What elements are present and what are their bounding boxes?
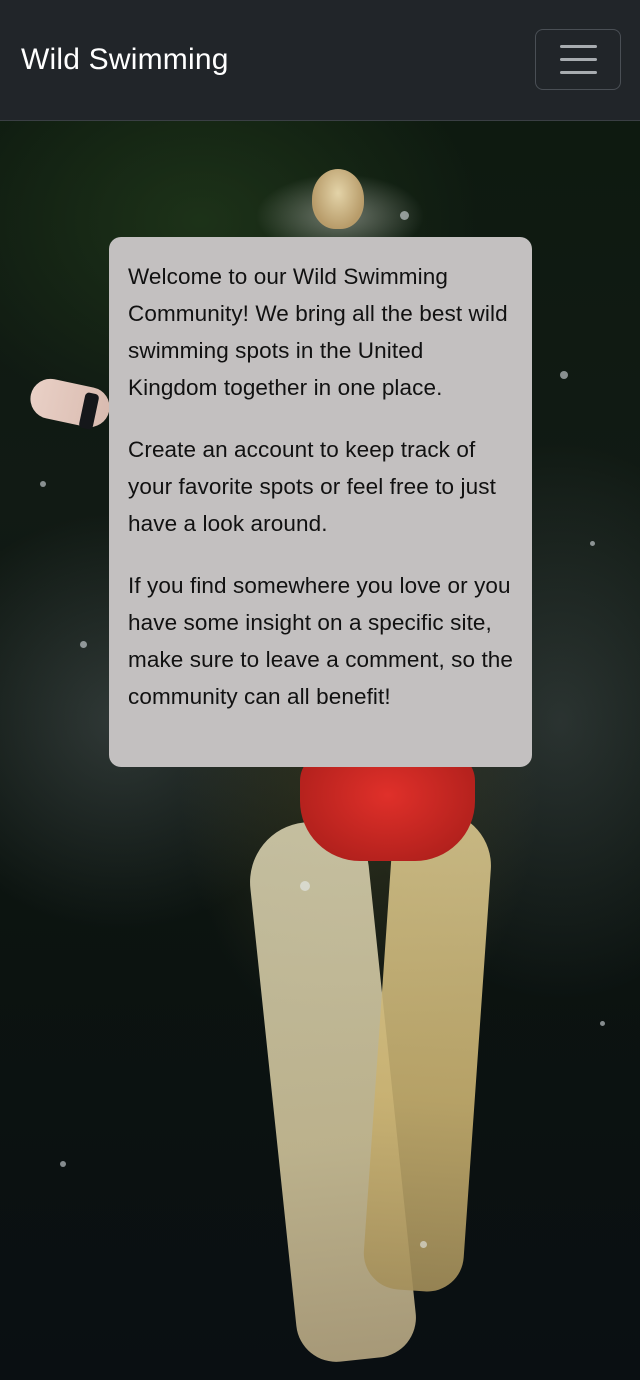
account-paragraph: Create an account to keep track of your … — [128, 437, 496, 536]
comment-paragraph: If you find somewhere you love or you ha… — [128, 573, 514, 709]
navbar: Wild Swimming — [0, 0, 640, 121]
welcome-paragraph: Welcome to our Wild Swimming Community! … — [128, 264, 508, 400]
welcome-card: Welcome to our Wild Swimming Community! … — [109, 237, 532, 767]
brand-link[interactable]: Wild Swimming — [21, 40, 229, 80]
menu-toggle-button[interactable] — [535, 29, 621, 90]
